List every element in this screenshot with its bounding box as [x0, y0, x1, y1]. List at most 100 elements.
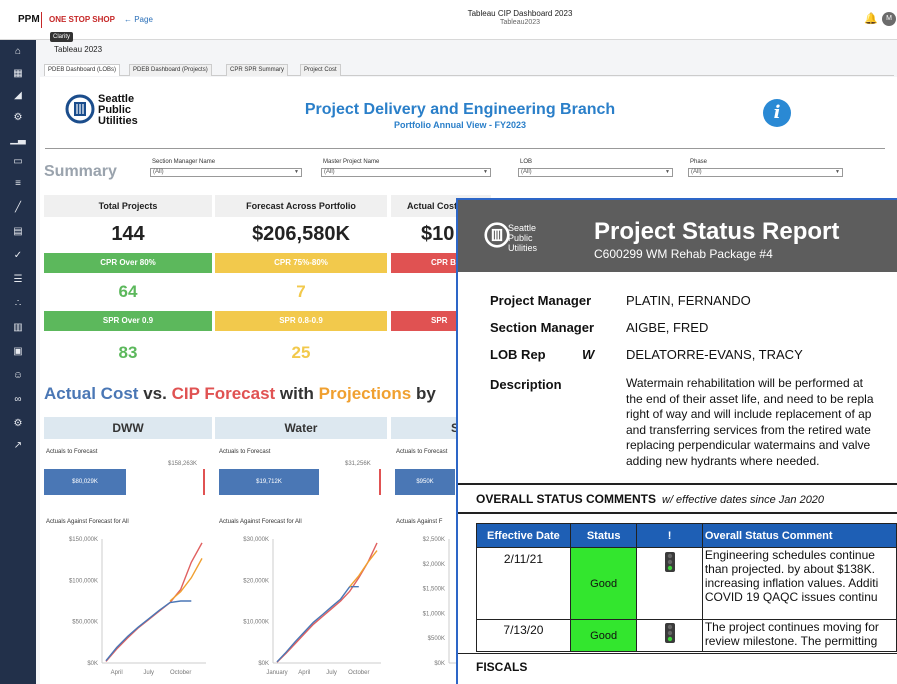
traffic-light-icon — [636, 547, 703, 620]
grid-icon[interactable]: ▦ — [0, 68, 36, 79]
filter-value: (All) — [324, 169, 335, 175]
forecast-marker-dww — [203, 469, 205, 495]
avatar[interactable]: M — [882, 12, 896, 26]
bar-chart-icon[interactable]: ▁▃ — [0, 134, 36, 145]
description-text: Watermain rehabilitation will be perform… — [626, 376, 897, 469]
filter-lob[interactable]: (All) ▼ — [518, 168, 673, 177]
summary-heading: Summary — [44, 163, 117, 180]
logo-line: Utilities — [98, 115, 138, 127]
report-name: Tableau 2023 — [54, 45, 103, 54]
y-tick-label: $100,000K — [69, 578, 98, 584]
section-manager-value: AIGBE, FRED — [626, 320, 709, 335]
y-tick-label: $30,000K — [243, 537, 269, 543]
y-tick-label: $2,000K — [423, 562, 445, 568]
bar-label: Actuals to Forecast — [46, 449, 98, 455]
branch-subtitle: Portfolio Annual View - FY2023 — [393, 120, 527, 130]
description-line: adding new hydrants where needed. — [626, 453, 820, 468]
monitor-icon[interactable]: ▭ — [0, 156, 36, 167]
chart-icon[interactable]: ◢ — [0, 90, 36, 101]
sidebar: ⌂ ▦ ◢ ⚙ ▁▃ ▭ ≡ ╱ ▤ ✓ ☰ ∴ ▥ ▣ ☺ ∞ ⚙ ↗ — [0, 40, 36, 684]
actuals-bar-s: $950K — [395, 469, 455, 495]
series-line-1 — [105, 600, 192, 662]
filter-master-project[interactable]: (All) ▼ — [321, 168, 491, 177]
y-tick-label: $500K — [428, 636, 445, 642]
external-icon[interactable]: ↗ — [0, 440, 36, 451]
gear-icon[interactable]: ⚙ — [0, 418, 36, 429]
col-alert: ! — [636, 523, 703, 548]
y-tick-label: $1,000K — [423, 611, 445, 617]
tab-cpr-spr-summary[interactable]: CPR SPR Summary — [226, 64, 289, 76]
list-icon[interactable]: ☰ — [0, 274, 36, 285]
filter-section-manager[interactable]: (All) ▼ — [150, 168, 302, 177]
line-chart-label: Actuals Against Forecast for All — [219, 519, 302, 525]
bell-icon[interactable]: 🔔 — [864, 12, 878, 25]
tab-pdeb-lobs[interactable]: PDEB Dashboard (LOBs) — [44, 64, 121, 76]
report-subtitle: C600299 WM Rehab Package #4 — [594, 247, 773, 261]
project-status-report: Seattle Public Utilities Project Status … — [456, 198, 897, 684]
title-actual-cost: Actual Cost — [44, 384, 139, 403]
spr-08-09-band: SPR 0.8-0.9 — [215, 311, 387, 331]
title-part: by — [411, 384, 436, 403]
lob-dww-header: DWW — [44, 417, 212, 439]
comment-line: than projected. by about $138K. — [704, 562, 875, 576]
info-icon[interactable]: i — [763, 99, 791, 127]
brand-divider — [41, 12, 42, 28]
tooltip: Clarity — [50, 32, 74, 42]
tab-pdeb-projects[interactable]: PDEB Dashboard (Projects) — [129, 64, 212, 76]
settings-icon[interactable]: ⚙ — [0, 112, 36, 123]
filter-value: (All) — [691, 169, 702, 175]
bar-label: Actuals to Forecast — [396, 449, 448, 455]
col-overall-comment: Overall Status Comment — [701, 523, 897, 548]
logo-line: Utilities — [508, 243, 538, 253]
cpr-over-80-value: 64 — [118, 282, 138, 301]
database-icon[interactable]: ≡ — [0, 178, 36, 189]
filter-phase[interactable]: (All) ▼ — [688, 168, 843, 177]
lob-rep-label: LOB Rep — [490, 347, 546, 362]
org-icon[interactable]: ∴ — [0, 298, 36, 309]
kpi-total-projects-value: 144 — [111, 223, 145, 245]
overall-status-title: OVERALL STATUS COMMENTS — [476, 492, 656, 506]
table-row: 7/13/20 Good The project continues movin… — [476, 619, 897, 652]
y-tick-label: $2,500K — [423, 537, 445, 543]
y-tick-label: $20,000K — [243, 578, 269, 584]
divider — [45, 148, 885, 149]
book-icon[interactable]: ▥ — [0, 322, 36, 333]
tab-project-cost[interactable]: Project Cost — [300, 64, 341, 76]
spr-over-09-band: SPR Over 0.9 — [44, 311, 212, 331]
line-chart-dww: $150,000K $100,000K $50,000K $0K April July Oc… — [69, 537, 206, 676]
users-icon[interactable]: ☺ — [0, 370, 36, 381]
lob-water-header: Water — [215, 417, 387, 439]
y-tick-label: $10,000K — [243, 620, 269, 626]
clipboard-icon[interactable]: ▤ — [0, 226, 36, 237]
bar-total-water: $31,256K — [345, 461, 371, 467]
x-tick-label: April — [298, 670, 310, 676]
y-tick-label: $50,000K — [72, 620, 98, 626]
back-page-link[interactable]: ← Page — [124, 15, 153, 24]
comment-line: increasing inflation values. Additi — [704, 576, 879, 590]
link-icon[interactable]: ∞ — [0, 394, 36, 405]
actuals-bar-dww: $80,029K — [44, 469, 126, 495]
form-icon[interactable]: ▣ — [0, 346, 36, 357]
home-icon[interactable]: ⌂ — [0, 46, 36, 57]
cpr-over-80-band: CPR Over 80% — [44, 253, 212, 273]
spu-logo-icon — [484, 222, 510, 248]
x-tick-label: October — [348, 670, 369, 676]
line-chart-label: Actuals Against F — [396, 519, 443, 525]
report-title: Project Status Report — [594, 218, 840, 245]
y-tick-label: $1,500K — [423, 587, 445, 593]
y-tick-label: $0K — [434, 661, 445, 667]
row-date: 2/11/21 — [476, 547, 571, 620]
chevron-down-icon: ▼ — [483, 169, 488, 175]
trend-icon[interactable]: ╱ — [0, 202, 36, 213]
title-projections: Projections — [318, 384, 412, 403]
y-tick-label: $150,000K — [69, 537, 98, 543]
report-logo-text: Seattle Public Utilities — [508, 223, 537, 253]
comment-line: review milestone. The permitting — [704, 634, 878, 648]
bar-label: Actuals to Forecast — [219, 449, 271, 455]
description-line: the end of their asset life, and need to… — [626, 391, 874, 406]
brand-logo[interactable]: PPM — [18, 14, 40, 25]
description-line: replacing perpendicular watermains and v… — [626, 438, 871, 452]
row-date: 7/13/20 — [476, 619, 571, 652]
check-icon[interactable]: ✓ — [0, 250, 36, 261]
x-tick-label: July — [326, 670, 337, 676]
